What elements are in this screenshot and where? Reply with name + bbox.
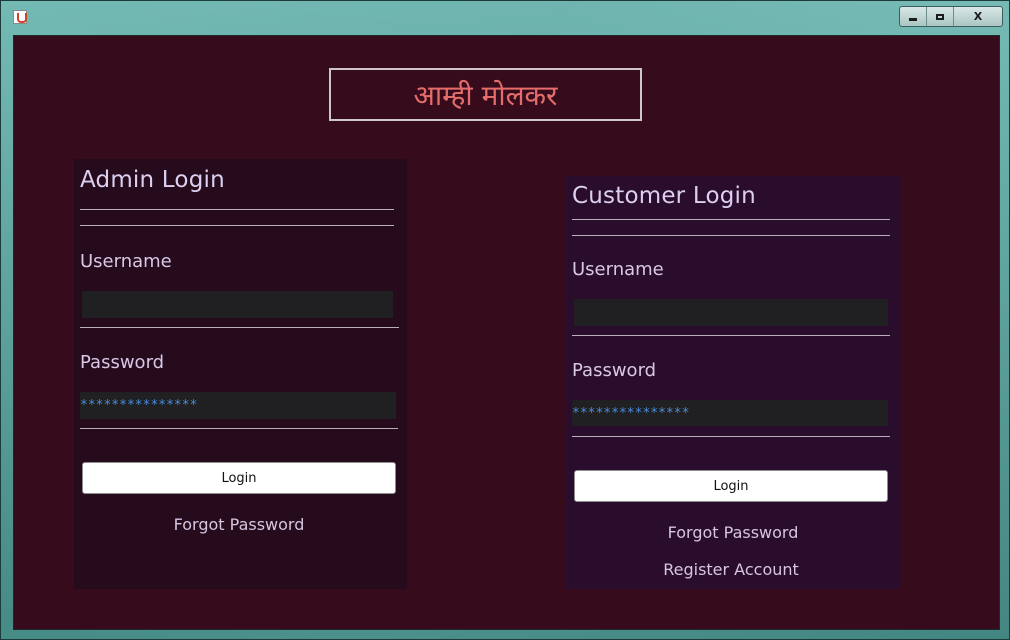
admin-login-heading: Admin Login xyxy=(80,167,225,193)
app-title: आम्ही मोलकर xyxy=(329,68,642,121)
maximize-button[interactable] xyxy=(927,7,954,26)
client-area: आम्ही मोलकर Admin Login Username Passwor… xyxy=(13,35,1000,630)
customer-password-input[interactable]: *************** xyxy=(572,400,888,426)
close-icon: X xyxy=(973,10,983,23)
divider xyxy=(572,219,890,220)
admin-username-input[interactable] xyxy=(82,291,393,318)
customer-login-button-label: Login xyxy=(713,478,749,494)
customer-login-heading: Customer Login xyxy=(572,183,756,209)
admin-password-label: Password xyxy=(80,352,165,373)
title-bar[interactable]: X xyxy=(1,1,1010,29)
java-app-icon xyxy=(13,10,27,24)
customer-login-button[interactable]: Login xyxy=(574,470,888,502)
minimize-button[interactable] xyxy=(900,7,927,26)
app-title-text: आम्ही मोलकर xyxy=(413,78,558,112)
close-button[interactable]: X xyxy=(954,7,1002,26)
admin-login-button[interactable]: Login xyxy=(82,462,396,494)
window-controls: X xyxy=(899,6,1003,27)
divider xyxy=(572,335,890,336)
customer-forgot-password-link[interactable]: Forgot Password xyxy=(574,523,892,542)
divider xyxy=(80,209,394,210)
register-account-link[interactable]: Register Account xyxy=(572,560,890,579)
customer-password-label: Password xyxy=(572,360,657,381)
divider xyxy=(80,428,398,429)
divider xyxy=(572,235,890,236)
customer-username-input[interactable] xyxy=(574,299,888,326)
minimize-icon xyxy=(909,17,917,21)
admin-password-input[interactable]: *************** xyxy=(80,392,396,419)
app-window: X आम्ही मोलकर Admin Login Username Passw… xyxy=(0,0,1010,640)
divider xyxy=(572,436,890,437)
admin-login-button-label: Login xyxy=(221,470,257,486)
admin-login-panel: Admin Login Username Password **********… xyxy=(74,159,407,589)
admin-username-label: Username xyxy=(80,251,172,272)
divider xyxy=(80,225,394,226)
customer-username-label: Username xyxy=(572,259,664,280)
admin-forgot-password-link[interactable]: Forgot Password xyxy=(82,515,396,534)
customer-login-panel: Customer Login Username Password *******… xyxy=(566,176,899,589)
maximize-icon xyxy=(936,13,944,20)
divider xyxy=(80,327,399,328)
